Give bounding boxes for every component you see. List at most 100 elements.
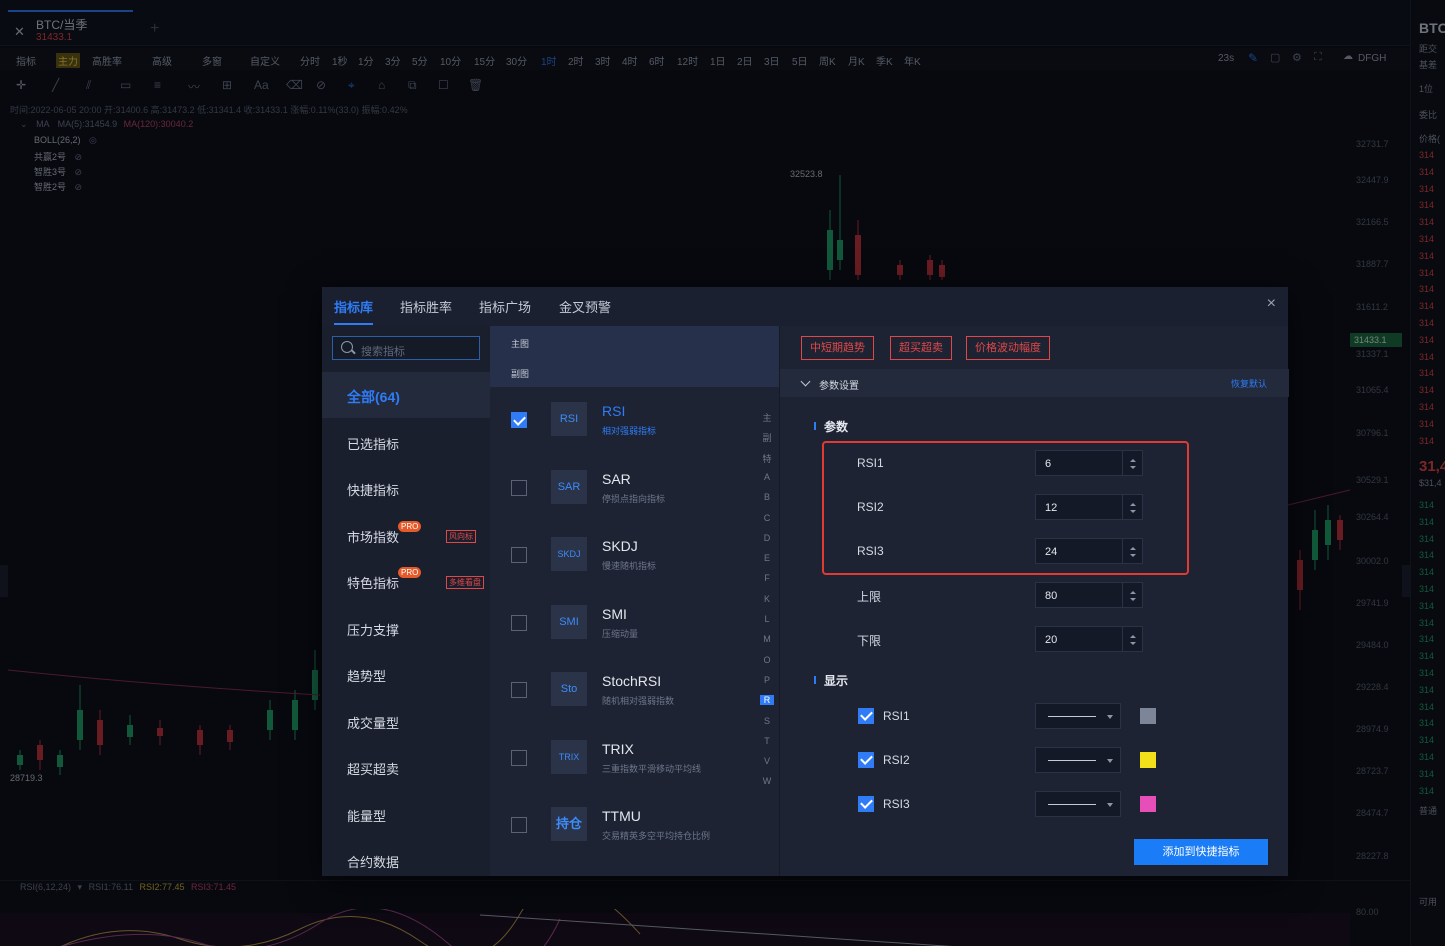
indicator-checkbox[interactable] (511, 412, 527, 428)
line-style-select[interactable] (1035, 703, 1121, 729)
line-style-select[interactable] (1035, 747, 1121, 773)
bid-row[interactable]: 314 (1419, 718, 1434, 728)
parallel-tool-icon[interactable]: ⫽ (86, 78, 91, 93)
toolbar-item[interactable]: 12时 (677, 53, 698, 68)
bid-row[interactable]: 314 (1419, 634, 1434, 644)
trash-icon[interactable]: 🗑 (468, 78, 483, 92)
tab-win-rate[interactable]: 指标胜率 (400, 297, 452, 316)
bid-row[interactable]: 314 (1419, 685, 1434, 695)
indicator-checkbox[interactable] (511, 547, 527, 563)
bid-row[interactable]: 314 (1419, 601, 1434, 611)
price-axis[interactable]: 32731.7 32447.9 32166.5 31887.7 31611.2 31337… (1350, 130, 1405, 917)
ask-row[interactable]: 314 (1419, 318, 1434, 328)
save-drawing-icon[interactable]: ☐ (438, 78, 449, 92)
category-item[interactable]: 合约数据 (322, 837, 490, 883)
toolbar-item[interactable]: 1秒 (332, 53, 348, 68)
toolbar-item[interactable]: 5分 (412, 53, 428, 68)
indicator-row[interactable]: 持仓 TTMU 交易精英多空平均持仓比例 (490, 792, 760, 852)
ask-row[interactable]: 314 (1419, 268, 1434, 278)
bid-row[interactable]: 314 (1419, 702, 1434, 712)
bid-row[interactable]: 314 (1419, 534, 1434, 544)
alpha-index-item[interactable]: S (760, 716, 774, 726)
add-tab-icon[interactable]: + (150, 20, 159, 38)
edit-icon[interactable]: ✎ (1248, 51, 1258, 65)
color-swatch[interactable] (1140, 708, 1156, 724)
toolbar-item[interactable]: 指标 (16, 53, 36, 68)
indicator-row[interactable]: RSI RSI 相对强弱指标 (490, 387, 760, 447)
alpha-index-item[interactable]: T (760, 736, 774, 746)
dropdown-icon[interactable]: ▾ (78, 882, 83, 892)
param-stepper[interactable]: 20 (1035, 626, 1143, 652)
tab-indicator-library[interactable]: 指标库 (334, 297, 374, 325)
tag-chip-trend[interactable]: 中短期趋势 (801, 336, 874, 360)
toolbar-item[interactable]: 周K (819, 53, 836, 68)
bid-row[interactable]: 314 (1419, 567, 1434, 577)
category-item[interactable]: 压力支撑 (322, 605, 490, 651)
user-name[interactable]: DFGH (1358, 53, 1386, 64)
copy-icon[interactable]: ⧉ (408, 78, 417, 93)
hide-drawings-icon[interactable]: ⊘ (316, 78, 326, 92)
tab-golden-cross[interactable]: 金叉预警 (559, 297, 611, 316)
ask-row[interactable]: 314 (1419, 217, 1434, 227)
tag-chip-volatility[interactable]: 价格波动幅度 (966, 336, 1050, 360)
bid-row[interactable]: 314 (1419, 752, 1434, 762)
bid-row[interactable]: 314 (1419, 735, 1434, 745)
toolbar-item[interactable]: 3分 (385, 53, 401, 68)
ask-row[interactable]: 314 (1419, 284, 1434, 294)
toolbar-item[interactable]: 2时 (568, 53, 584, 68)
alpha-index-item[interactable]: E (760, 553, 774, 563)
sub-chart-option[interactable]: 副图 (511, 367, 529, 380)
bid-row[interactable]: 314 (1419, 668, 1434, 678)
main-chart-option[interactable]: 主图 (511, 337, 529, 350)
ask-row[interactable]: 314 (1419, 385, 1434, 395)
panel-footer[interactable]: 普通 (1419, 804, 1437, 817)
toolbar-item[interactable]: 分时 (300, 53, 320, 68)
color-swatch[interactable] (1140, 796, 1156, 812)
ask-row[interactable]: 314 (1419, 184, 1434, 194)
restore-default-link[interactable]: 恢复默认 (1231, 377, 1267, 390)
line-tool-icon[interactable]: ╱ (52, 78, 59, 92)
display-checkbox[interactable] (858, 708, 874, 724)
toolbar-item[interactable]: 1分 (358, 53, 374, 68)
category-item[interactable]: 市场指数 PRO 风向标 (322, 512, 490, 558)
alpha-index-item[interactable]: V (760, 756, 774, 766)
toolbar-item[interactable]: 3日 (764, 53, 780, 68)
alpha-index-item[interactable]: R (760, 695, 774, 706)
tab-square[interactable]: 指标广场 (479, 297, 531, 316)
indicator-row[interactable]: Sto StochRSI 随机相对强弱指数 (490, 657, 760, 717)
bid-row[interactable]: 314 (1419, 651, 1434, 661)
stepper-arrows-icon[interactable] (1122, 583, 1142, 607)
alpha-index-item[interactable]: K (760, 594, 774, 604)
alpha-index-item[interactable]: D (760, 533, 774, 543)
indicator-row[interactable]: SMI SMI 压缩动量 (490, 590, 760, 650)
ask-row[interactable]: 314 (1419, 150, 1434, 160)
toolbar-item[interactable]: 高胜率 (92, 53, 122, 68)
indicator-row[interactable]: SKDJ SKDJ 慢速随机指标 (490, 522, 760, 582)
category-item[interactable]: 特色指标 PRO 多维看盘 (322, 558, 490, 604)
category-item[interactable]: 趋势型 (322, 651, 490, 697)
toolbar-item[interactable]: 15分 (474, 53, 495, 68)
wave-tool-icon[interactable]: 〰 (188, 78, 200, 95)
ask-row[interactable]: 314 (1419, 301, 1434, 311)
eraser-icon[interactable]: ⌫ (286, 78, 303, 92)
indicator-checkbox[interactable] (511, 682, 527, 698)
collapse-right-handle[interactable] (1402, 565, 1410, 597)
alpha-index-item[interactable]: B (760, 492, 774, 502)
indicator-checkbox[interactable] (511, 749, 527, 766)
toolbar-item[interactable]: 月K (848, 53, 865, 68)
ask-row[interactable]: 314 (1419, 352, 1434, 362)
category-item[interactable]: 成交量型 (322, 698, 490, 744)
add-to-quick-button[interactable]: 添加到快捷指标 (1134, 839, 1268, 865)
toolbar-item[interactable]: 5日 (792, 53, 808, 68)
display-checkbox[interactable] (858, 752, 874, 768)
bid-row[interactable]: 314 (1419, 584, 1434, 594)
toolbar-item[interactable]: 30分 (506, 53, 527, 68)
settings-icon[interactable]: ⚙ (1292, 51, 1302, 64)
indicator-checkbox[interactable] (511, 479, 527, 496)
measure-tool-icon[interactable]: ⊞ (222, 78, 232, 92)
bid-row[interactable]: 314 (1419, 769, 1434, 779)
alpha-index-item[interactable]: 特 (760, 452, 774, 465)
toolbar-item[interactable]: 6时 (649, 53, 665, 68)
indicator-row[interactable]: TRIX TRIX 三重指数平滑移动平均线 (490, 725, 760, 785)
toolbar-item[interactable]: 1时 (541, 53, 557, 68)
